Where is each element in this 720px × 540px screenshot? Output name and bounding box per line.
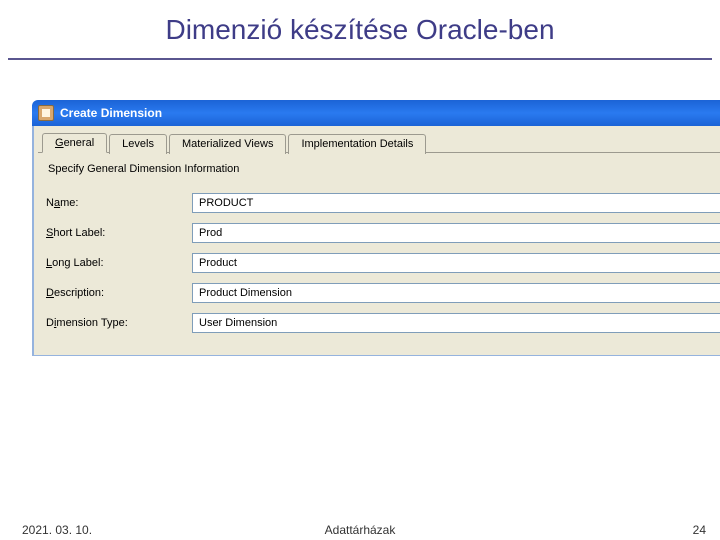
window: Create Dimension General Levels Material… [32,100,720,356]
footer-title: Adattárházak [325,523,396,537]
tab-materialized[interactable]: Materialized Views [169,134,287,154]
label-dimension-type: Dimension Type: [46,317,192,329]
client-area: General Levels Materialized Views Implem… [32,126,720,356]
row-name: Name: [46,193,720,213]
titlebar: Create Dimension [32,100,720,126]
tab-general[interactable]: General [42,133,107,153]
row-dimension-type: Dimension Type: [46,313,720,333]
select-dimension-type[interactable] [192,313,720,333]
label-long: Long Label: [46,257,192,269]
input-name[interactable] [192,193,720,213]
input-short-label[interactable] [192,223,720,243]
tab-implementation[interactable]: Implementation Details [288,134,426,154]
input-long-label[interactable] [192,253,720,273]
label-name: Name: [46,197,192,209]
input-description[interactable] [192,283,720,303]
row-description: Description: [46,283,720,303]
section-legend: Specify General Dimension Information [48,163,720,175]
row-short-label: Short Label: [46,223,720,243]
tab-general-rest: eneral [64,137,95,149]
row-long-label: Long Label: [46,253,720,273]
dimension-icon [38,105,54,121]
footer-page: 24 [693,523,706,537]
label-description: Description: [46,287,192,299]
panel-general: Specify General Dimension Information Na… [38,152,720,355]
tab-levels[interactable]: Levels [109,134,167,154]
divider [8,58,712,60]
window-title: Create Dimension [60,106,162,120]
tab-bar: General Levels Materialized Views Implem… [38,132,720,152]
slide-title: Dimenzió készítése Oracle-ben [0,0,720,46]
footer-date: 2021. 03. 10. [22,523,92,537]
label-short: Short Label: [46,227,192,239]
